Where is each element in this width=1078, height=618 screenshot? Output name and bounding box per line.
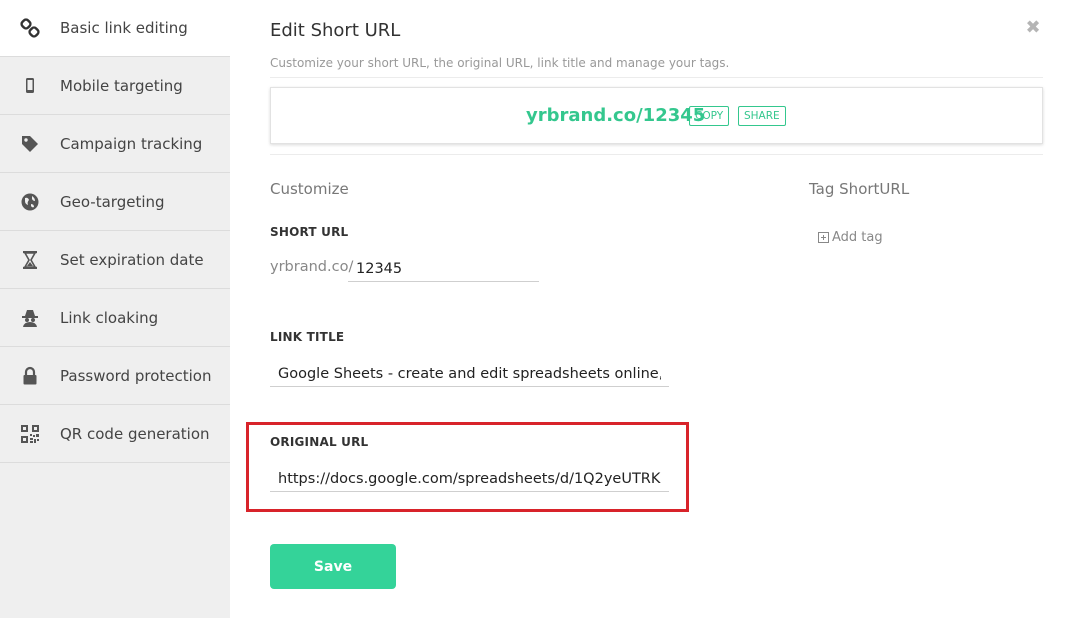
spy-icon [19, 307, 41, 329]
share-button[interactable]: SHARE [738, 106, 786, 126]
sidebar-item-label: Geo-targeting [60, 193, 165, 211]
edit-short-url-dialog: Edit Short URL ✖ Customize your short UR… [230, 0, 1078, 618]
sidebar-item-label: Link cloaking [60, 309, 159, 327]
sidebar-item-label: Campaign tracking [60, 135, 203, 153]
original-url-input[interactable] [270, 466, 669, 492]
short-link-text[interactable]: yrbrand.co/12345 [526, 105, 705, 126]
short-url-label: SHORT URL [270, 225, 349, 239]
globe-icon [19, 191, 41, 213]
sidebar-item-mobile-targeting[interactable]: Mobile targeting [0, 58, 230, 115]
plus-icon [818, 232, 829, 243]
close-icon[interactable]: ✖ [1025, 19, 1041, 37]
sidebar-item-label: Password protection [60, 367, 212, 385]
tag-icon [19, 133, 41, 155]
sidebar-item-label: Mobile targeting [60, 77, 183, 95]
add-tag-button[interactable]: Add tag [818, 230, 883, 245]
save-button[interactable]: Save [270, 544, 396, 589]
divider [270, 154, 1043, 155]
add-tag-label: Add tag [832, 230, 883, 245]
sidebar-item-set-expiration-date[interactable]: Set expiration date [0, 232, 230, 289]
short-link-preview: yrbrand.co/12345 COPY SHARE [270, 87, 1043, 144]
link-title-label: LINK TITLE [270, 330, 345, 344]
sidebar-item-password-protection[interactable]: Password protection [0, 348, 230, 405]
sidebar-item-label: QR code generation [60, 425, 210, 443]
customize-heading: Customize [270, 180, 349, 198]
dialog-subtitle: Customize your short URL, the original U… [270, 56, 730, 70]
hourglass-icon [19, 249, 41, 271]
original-url-label: ORIGINAL URL [270, 435, 369, 449]
sidebar-item-link-cloaking[interactable]: Link cloaking [0, 290, 230, 347]
qr-code-icon [19, 423, 41, 445]
lock-icon [19, 365, 41, 387]
mobile-icon [19, 75, 41, 97]
sidebar: Basic link editing Mobile targeting Camp… [0, 0, 230, 618]
tag-shorturl-heading: Tag ShortURL [809, 180, 910, 198]
sidebar-item-label: Set expiration date [60, 251, 204, 269]
short-url-input[interactable] [348, 256, 539, 282]
short-url-prefix: yrbrand.co/ [270, 259, 354, 275]
sidebar-item-qr-code-generation[interactable]: QR code generation [0, 406, 230, 463]
sidebar-item-label: Basic link editing [60, 19, 188, 37]
sidebar-item-campaign-tracking[interactable]: Campaign tracking [0, 116, 230, 173]
link-title-input[interactable] [270, 361, 669, 387]
divider [270, 77, 1043, 78]
copy-button[interactable]: COPY [689, 106, 730, 126]
dialog-title: Edit Short URL [270, 20, 401, 41]
link-icon [19, 17, 41, 39]
sidebar-item-geo-targeting[interactable]: Geo-targeting [0, 174, 230, 231]
sidebar-item-basic-link-editing[interactable]: Basic link editing [0, 0, 230, 57]
